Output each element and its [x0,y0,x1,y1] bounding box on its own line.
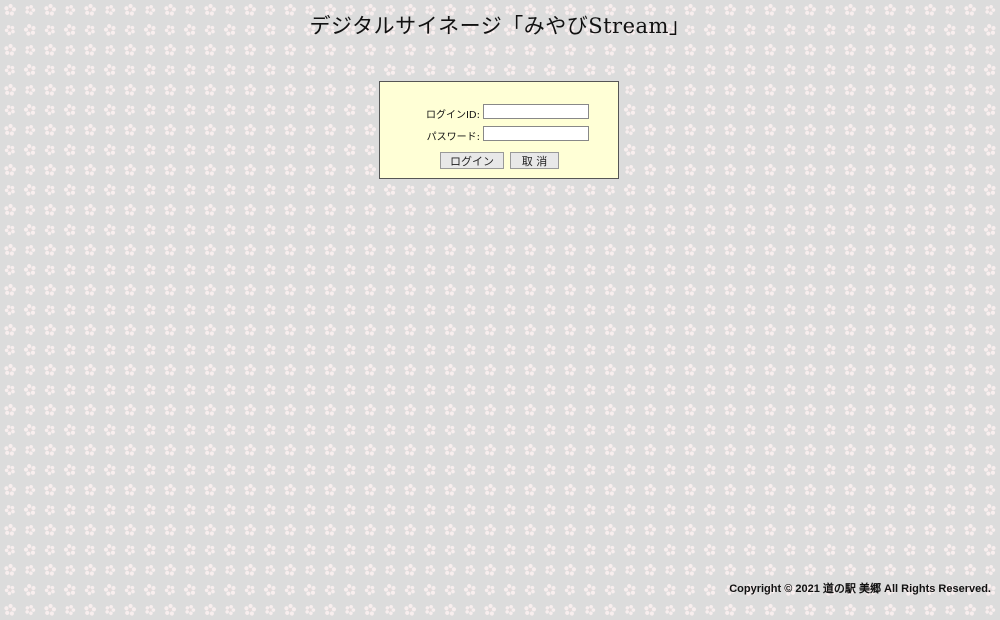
login-panel: ログインID: パスワード: ログイン 取 消 [379,81,619,179]
login-buttons: ログイン 取 消 [380,152,620,170]
password-input[interactable] [483,126,589,141]
password-row: パスワード: [380,125,620,145]
copyright-footer: Copyright © 2021 道の駅 美郷 All Rights Reser… [729,583,991,595]
login-id-row: ログインID: [380,103,620,123]
cancel-button[interactable]: 取 消 [510,152,559,169]
login-id-label: ログインID: [425,110,480,121]
page-title: デジタルサイネージ「みやびStream」 [309,14,691,38]
password-label: パスワード: [426,132,480,143]
login-button[interactable]: ログイン [440,152,504,169]
login-id-input[interactable] [483,104,589,119]
